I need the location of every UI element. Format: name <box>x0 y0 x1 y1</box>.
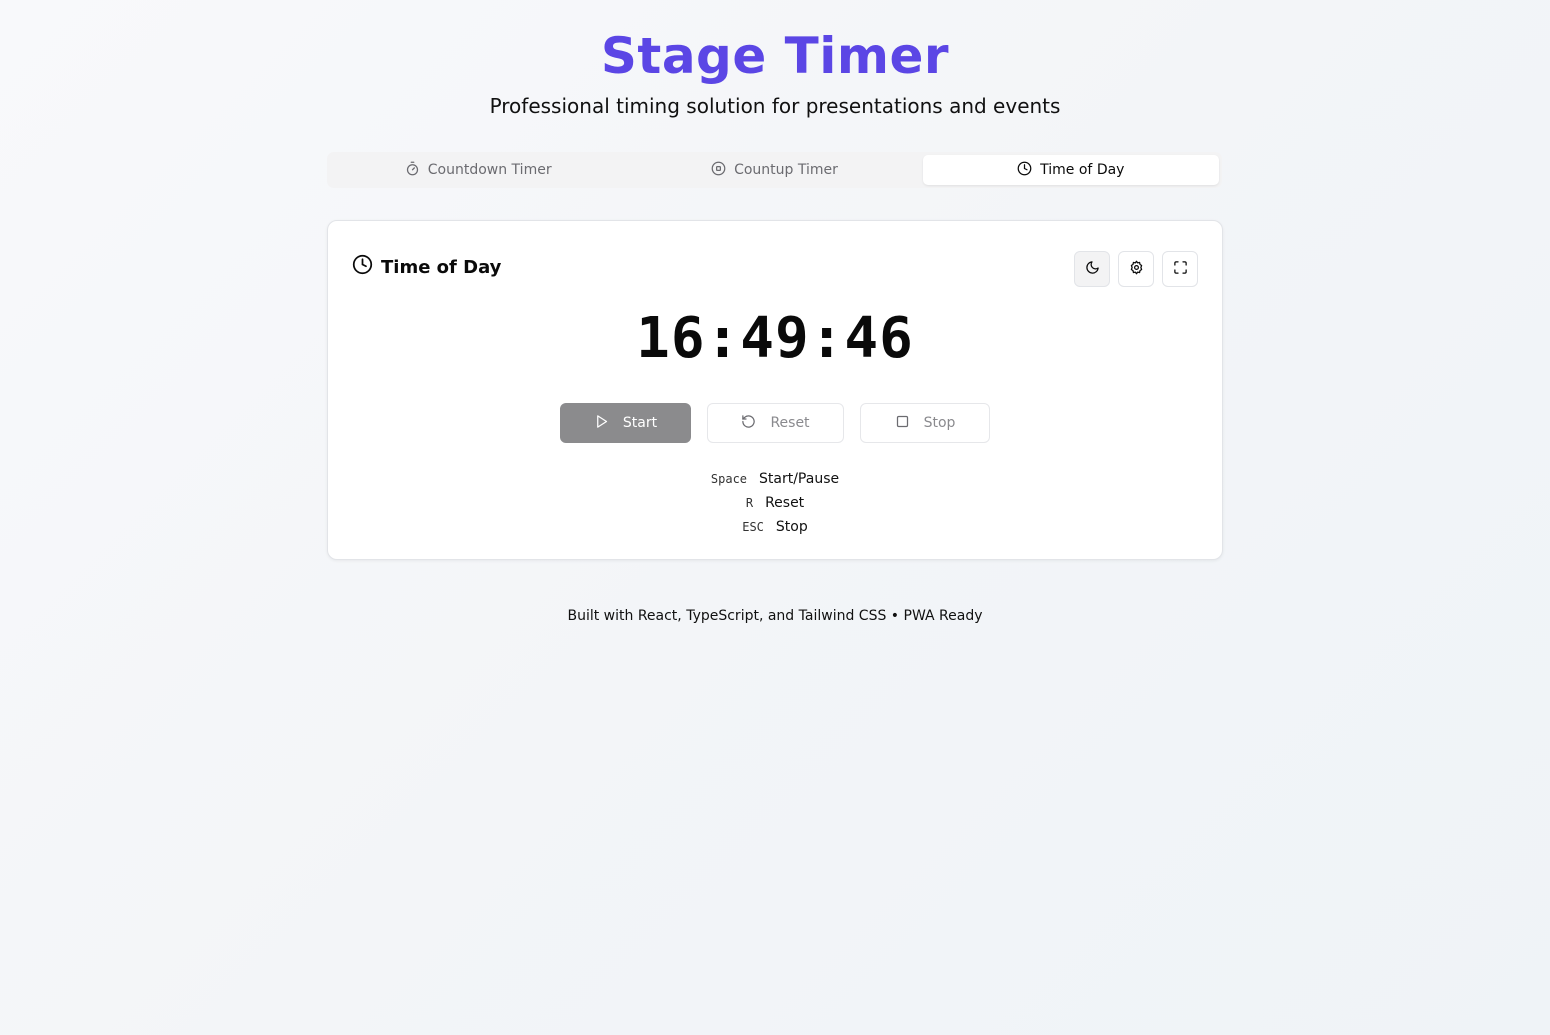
theme-toggle-button[interactable] <box>1074 251 1110 287</box>
timer-mode-tabs: Countdown Timer Countup Timer Time of Da… <box>327 152 1222 188</box>
moon-icon <box>1085 260 1100 279</box>
tab-time-of-day[interactable]: Time of Day <box>922 155 1219 185</box>
play-icon <box>594 414 609 433</box>
clock-icon <box>352 254 373 280</box>
settings-button[interactable] <box>1118 251 1154 287</box>
stopwatch-icon <box>405 161 420 180</box>
keyboard-shortcuts: Space Start/Pause R Reset ESC Stop <box>328 467 1222 539</box>
shortcut-action: Stop <box>775 519 808 535</box>
page-subtitle: Professional timing solution for present… <box>489 94 1061 118</box>
reset-button[interactable]: Reset <box>707 403 844 443</box>
shortcut-row: Space Start/Pause <box>328 467 1222 491</box>
start-button-label: Start <box>622 415 658 431</box>
timer-controls: Start Reset Stop <box>560 403 990 443</box>
fullscreen-icon <box>1173 260 1188 279</box>
tab-label: Countup Timer <box>734 162 838 178</box>
rotate-ccw-icon <box>741 414 756 433</box>
shortcut-row: ESC Stop <box>328 515 1222 539</box>
timer-card: Time of Day 16:49:46 Start Reset Stop Sp… <box>327 220 1223 560</box>
page-footer: Built with React, TypeScript, and Tailwi… <box>567 608 983 624</box>
start-button[interactable]: Start <box>560 403 691 443</box>
shortcut-row: R Reset <box>328 491 1222 515</box>
fullscreen-button[interactable] <box>1162 251 1198 287</box>
tab-countup-timer[interactable]: Countup Timer <box>626 155 922 185</box>
page-header: Stage Timer Professional timing solution… <box>0 0 1550 118</box>
record-circle-icon <box>711 161 726 180</box>
card-title: Time of Day <box>352 254 501 280</box>
square-icon <box>895 414 910 433</box>
card-title-text: Time of Day <box>381 256 502 278</box>
tab-label: Countdown Timer <box>427 162 552 178</box>
shortcut-action: Reset <box>765 495 805 511</box>
clock-icon <box>1017 161 1032 180</box>
card-toolbar <box>1074 251 1198 287</box>
shortcut-action: Start/Pause <box>759 471 840 487</box>
stop-button[interactable]: Stop <box>860 403 990 443</box>
shortcut-key: ESC <box>742 520 764 534</box>
time-display: 16:49:46 <box>636 306 914 371</box>
page-title: Stage Timer <box>600 27 950 85</box>
tab-countdown-timer[interactable]: Countdown Timer <box>330 155 626 185</box>
tab-label: Time of Day <box>1040 162 1125 178</box>
shortcut-key: R <box>745 496 754 510</box>
stop-button-label: Stop <box>923 415 956 431</box>
reset-button-label: Reset <box>770 415 810 431</box>
gear-icon <box>1129 260 1144 279</box>
shortcut-key: Space <box>710 472 748 486</box>
